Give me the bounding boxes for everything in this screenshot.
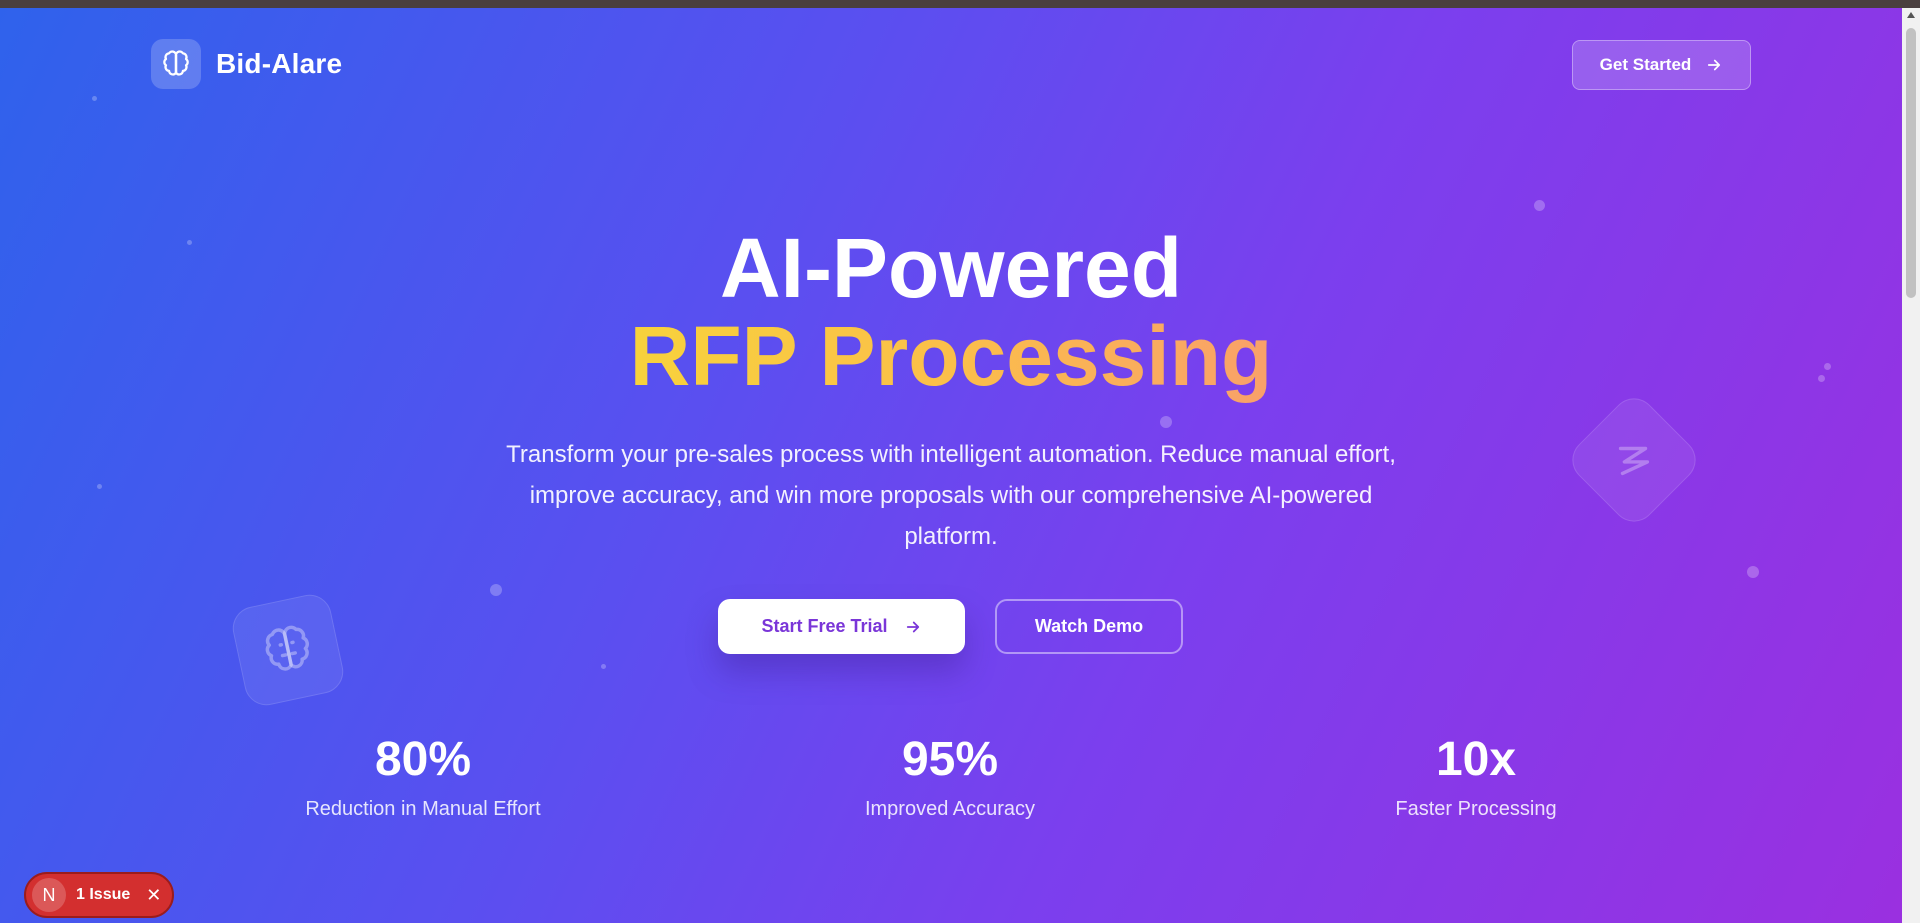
decor-dot (1160, 416, 1172, 428)
get-started-label: Get Started (1599, 55, 1692, 74)
stat-label: Reduction in Manual Effort (305, 798, 541, 820)
watch-demo-label: Watch Demo (1034, 616, 1144, 636)
hero-title-highlight: RFP Processing (629, 309, 1273, 403)
stat-item: 10x Faster Processing (1296, 732, 1656, 821)
hero-section: Bid-Alare Get Started AI-Powered RFP Pro… (0, 8, 1902, 923)
decor-dot (1534, 200, 1545, 211)
stat-value: 10x (1435, 733, 1517, 786)
nextjs-logo-icon: N (32, 878, 66, 912)
brand-logo[interactable]: Bid-Alare (151, 39, 342, 89)
scrollbar-thumb[interactable] (1906, 28, 1916, 298)
browser-top-bar (0, 0, 1920, 8)
stat-value: 80% (374, 733, 472, 786)
decor-dot (92, 96, 97, 101)
watch-demo-button[interactable]: Watch Demo (995, 599, 1183, 654)
dev-issues-badge[interactable]: N 1 Issue ✕ (24, 872, 174, 918)
decor-dot (1747, 566, 1759, 578)
hero-title-line1: AI-Powered (719, 221, 1183, 315)
start-free-trial-button[interactable]: Start Free Trial (718, 599, 965, 654)
decor-dot (97, 484, 102, 489)
arrow-right-icon (906, 621, 919, 632)
hero-title-line2: RFP Processing (0, 308, 1902, 405)
close-icon[interactable]: ✕ (146, 885, 161, 906)
decor-brain-card (228, 590, 348, 710)
stat-item: 95% Improved Accuracy (770, 732, 1130, 821)
zap-icon (1618, 446, 1650, 476)
issue-count-text: 1 Issue (76, 886, 131, 903)
page-scrollbar[interactable] (1902, 8, 1920, 923)
brain-icon (265, 625, 309, 671)
stat-value: 95% (901, 733, 999, 786)
brand-name: Bid-Alare (216, 48, 343, 79)
stat-label: Faster Processing (1395, 798, 1557, 820)
brain-icon (151, 39, 201, 89)
stat-item: 80% Reduction in Manual Effort (243, 732, 603, 821)
decor-zap-card (1563, 389, 1705, 531)
get-started-button[interactable]: Get Started (1572, 40, 1751, 90)
decor-dot (601, 664, 606, 669)
arrow-right-icon (1708, 59, 1721, 71)
stat-label: Improved Accuracy (864, 798, 1036, 820)
hero-subtitle: Transform your pre-sales process with in… (506, 441, 1396, 550)
scroll-up-arrow-icon[interactable] (1907, 12, 1915, 18)
decor-dot (490, 584, 502, 596)
start-free-trial-label: Start Free Trial (761, 616, 888, 636)
